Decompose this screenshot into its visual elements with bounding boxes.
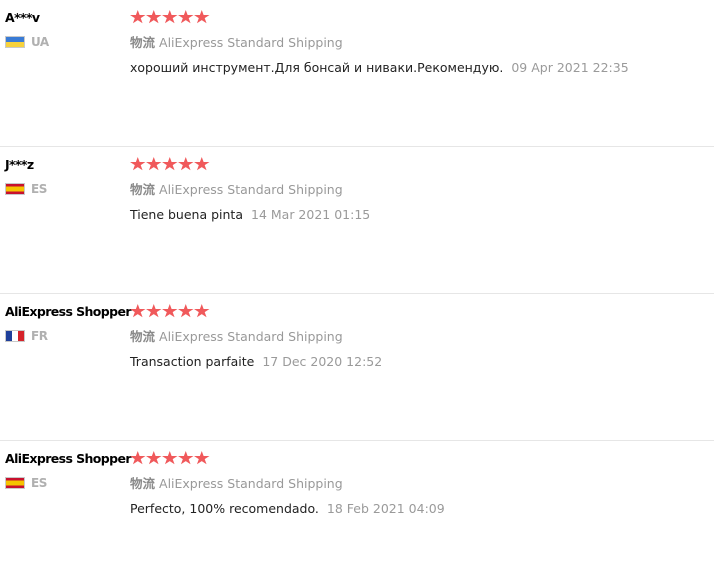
review-content: 物流 AliExpress Standard Shipping Tiene bue… xyxy=(130,157,370,223)
star-rating xyxy=(130,451,445,467)
review-content: 物流 AliExpress Standard Shipping Transacti… xyxy=(130,304,382,370)
star-icon xyxy=(146,157,162,171)
review-text-line: Tiene buena pinta 14 Mar 2021 01:15 xyxy=(130,207,370,223)
reviewer-country: ES xyxy=(5,476,129,490)
star-icon xyxy=(130,10,146,24)
review-text-line: Perfecto, 100% recomendado. 18 Feb 2021 0… xyxy=(130,501,445,517)
star-icon xyxy=(178,157,194,171)
reviewer-name: AliExpress Shopper xyxy=(5,451,132,466)
reviewer-country: UA xyxy=(5,35,129,49)
country-code: UA xyxy=(31,35,49,49)
star-icon xyxy=(194,157,210,171)
reviewer-info: A***v UA xyxy=(5,9,129,49)
shipping-info: 物流 AliExpress Standard Shipping xyxy=(130,476,445,492)
star-icon xyxy=(162,304,178,318)
reviewer-country: FR xyxy=(5,329,129,343)
star-icon xyxy=(130,304,146,318)
shipping-label: 物流 xyxy=(130,476,156,491)
review-item: AliExpress Shopper ES 物流 AliExpress Stand… xyxy=(0,441,714,588)
shipping-info: 物流 AliExpress Standard Shipping xyxy=(130,182,370,198)
review-text-line: Transaction parfaite 17 Dec 2020 12:52 xyxy=(130,354,382,370)
review-date: 18 Feb 2021 04:09 xyxy=(326,501,445,516)
star-rating xyxy=(130,304,382,320)
reviewer-country: ES xyxy=(5,182,129,196)
review-item: A***v UA 物流 AliExpress Standard Shipping … xyxy=(0,0,714,147)
shipping-method: AliExpress Standard Shipping xyxy=(159,35,343,50)
star-icon xyxy=(194,10,210,24)
shipping-method: AliExpress Standard Shipping xyxy=(159,182,343,197)
star-icon xyxy=(178,304,194,318)
star-icon xyxy=(162,451,178,465)
star-rating xyxy=(130,157,370,173)
reviewer-name: AliExpress Shopper xyxy=(5,304,132,319)
spain-flag-icon xyxy=(5,183,25,195)
shipping-info: 物流 AliExpress Standard Shipping xyxy=(130,35,629,51)
reviewer-info: AliExpress Shopper ES xyxy=(5,450,132,490)
country-code: FR xyxy=(31,329,48,343)
star-icon xyxy=(178,451,194,465)
review-text: Tiene buena pinta xyxy=(130,207,243,222)
star-icon xyxy=(130,157,146,171)
reviewer-info: J***z ES xyxy=(5,156,129,196)
star-icon xyxy=(194,451,210,465)
star-icon xyxy=(178,10,194,24)
reviewer-info: AliExpress Shopper FR xyxy=(5,303,132,343)
spain-flag-icon xyxy=(5,477,25,489)
review-item: AliExpress Shopper FR 物流 AliExpress Stand… xyxy=(0,294,714,441)
review-content: 物流 AliExpress Standard Shipping Perfecto,… xyxy=(130,451,445,517)
reviewer-name: A***v xyxy=(5,10,40,25)
shipping-method: AliExpress Standard Shipping xyxy=(159,476,343,491)
star-icon xyxy=(194,304,210,318)
review-text: Transaction parfaite xyxy=(130,354,255,369)
review-content: 物流 AliExpress Standard Shipping хороший и… xyxy=(130,10,629,76)
star-icon xyxy=(146,10,162,24)
star-icon xyxy=(130,451,146,465)
country-code: ES xyxy=(31,476,47,490)
star-icon xyxy=(146,451,162,465)
review-text: Perfecto, 100% recomendado. xyxy=(130,501,319,516)
ukraine-flag-icon xyxy=(5,36,25,48)
shipping-label: 物流 xyxy=(130,182,156,197)
star-icon xyxy=(162,10,178,24)
reviewer-name: J***z xyxy=(5,157,34,172)
review-text-line: хороший инструмент.Для бонсай и ниваки.Р… xyxy=(130,60,629,76)
shipping-info: 物流 AliExpress Standard Shipping xyxy=(130,329,382,345)
shipping-label: 物流 xyxy=(130,35,156,50)
review-date: 17 Dec 2020 12:52 xyxy=(262,354,383,369)
shipping-label: 物流 xyxy=(130,329,156,344)
review-text: хороший инструмент.Для бонсай и ниваки.Р… xyxy=(130,60,504,75)
star-icon xyxy=(162,157,178,171)
review-date: 09 Apr 2021 22:35 xyxy=(511,60,629,75)
review-item: J***z ES 物流 AliExpress Standard Shipping … xyxy=(0,147,714,294)
france-flag-icon xyxy=(5,330,25,342)
country-code: ES xyxy=(31,182,47,196)
review-date: 14 Mar 2021 01:15 xyxy=(251,207,371,222)
star-icon xyxy=(146,304,162,318)
shipping-method: AliExpress Standard Shipping xyxy=(159,329,343,344)
star-rating xyxy=(130,10,629,26)
